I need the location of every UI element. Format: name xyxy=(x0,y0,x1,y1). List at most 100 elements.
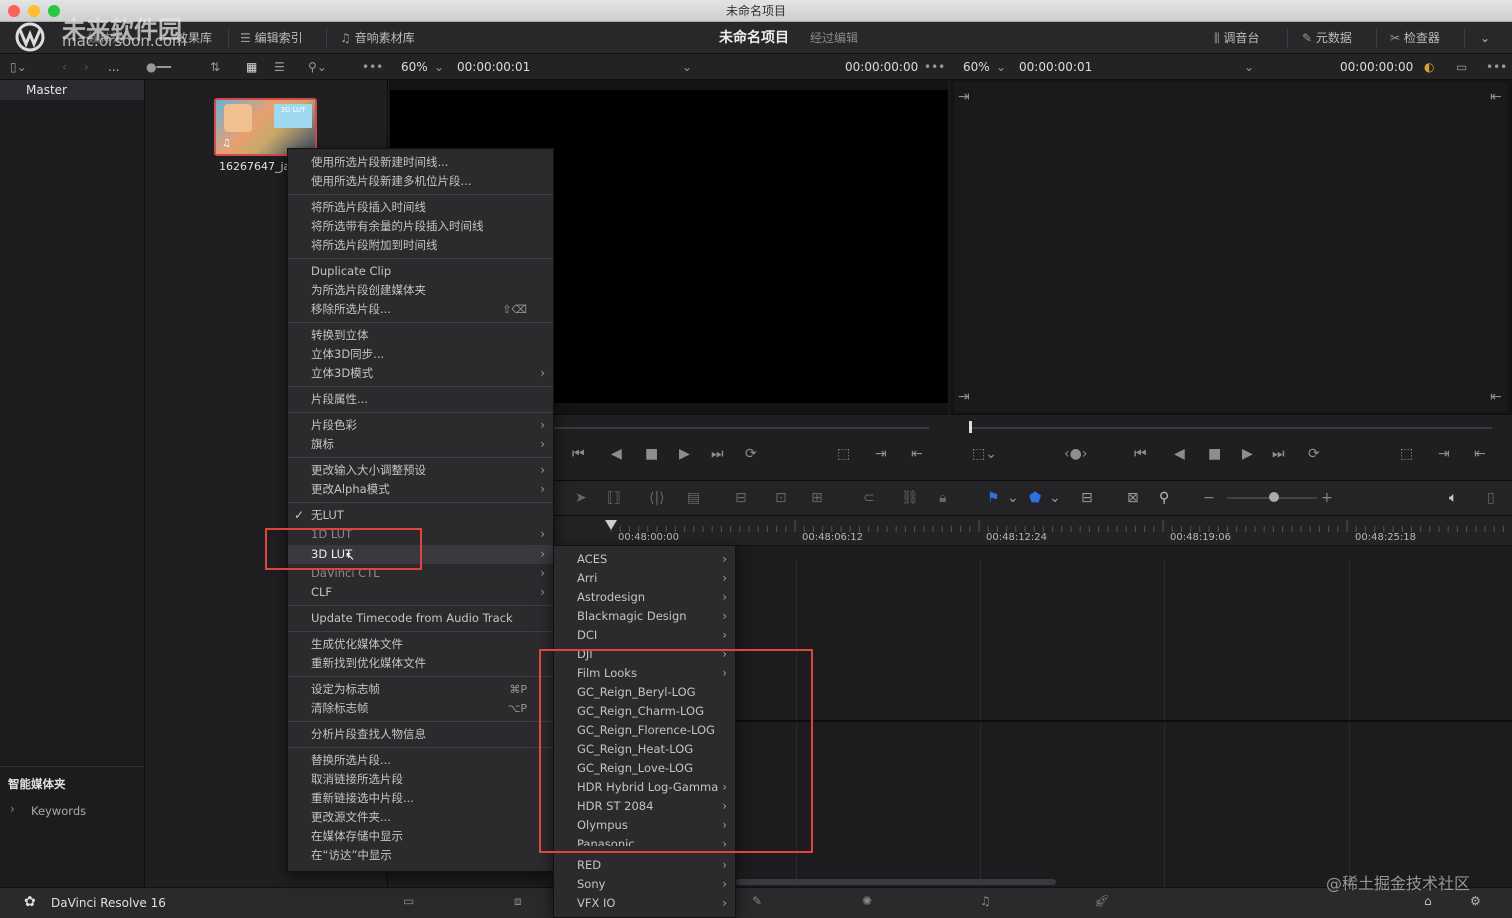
menu-item[interactable]: 将所选带有余量的片段插入时间线 xyxy=(288,217,553,236)
menu-item[interactable]: 片段色彩 › xyxy=(288,416,553,435)
timeline-zoom-dropdown-icon[interactable]: ⌄ xyxy=(996,54,1006,80)
mark-out-icon[interactable]: ⇤ xyxy=(911,445,923,463)
menu-item[interactable]: 设定为标志帧 ⌘P xyxy=(288,680,553,699)
play-icon[interactable]: ▶ xyxy=(679,445,690,463)
submenu-item[interactable]: VFX IO › xyxy=(554,894,735,913)
inspector-tab[interactable]: ✂ 检查器 xyxy=(1390,22,1440,54)
grid-view-icon[interactable]: ▦ xyxy=(246,54,257,80)
master-bin[interactable]: Master xyxy=(0,80,144,100)
match-frame-icon[interactable]: ⬚ xyxy=(1400,445,1413,463)
zoom-window-button[interactable] xyxy=(48,5,60,17)
fairlight-page-icon[interactable]: ♫ xyxy=(980,894,991,908)
flag-dropdown-icon[interactable]: ⌄ xyxy=(1007,489,1019,507)
menu-item[interactable]: 立体3D同步... xyxy=(288,345,553,364)
list-view-icon[interactable]: ☰ xyxy=(274,54,285,80)
sound-library-tab[interactable]: ♫ 音响素材库 xyxy=(340,22,415,54)
replace-clip-icon[interactable]: ⊞ xyxy=(811,489,823,507)
mark-out-icon[interactable]: ⇤ xyxy=(1474,445,1486,463)
stop-icon[interactable]: ■ xyxy=(1208,445,1221,463)
menu-item[interactable]: 使用所选片段新建多机位片段... xyxy=(288,172,553,191)
collapse-icon[interactable]: ⌄ xyxy=(1480,22,1490,54)
menu-item-no-lut[interactable]: ✓ 无LUT xyxy=(288,506,553,525)
zoom-custom-icon[interactable]: ⚲ xyxy=(1159,489,1169,507)
menu-item[interactable]: 更改Alpha模式 › xyxy=(288,480,553,499)
menu-item[interactable]: 将所选片段插入时间线 xyxy=(288,198,553,217)
play-icon[interactable]: ▶ xyxy=(1242,445,1253,463)
play-reverse-icon[interactable]: ◀ xyxy=(611,445,622,463)
snapping-icon[interactable]: ⊂ xyxy=(863,489,875,507)
menu-item[interactable]: 移除所选片段... ⇧⌫ xyxy=(288,300,553,319)
menu-item[interactable]: 旗标 › xyxy=(288,435,553,454)
match-frame-icon[interactable]: ⬚ xyxy=(837,445,850,463)
menu-item[interactable]: 生成优化媒体文件 xyxy=(288,635,553,654)
source-clip-dropdown-icon[interactable]: ⌄ xyxy=(682,54,692,80)
submenu-item[interactable]: Astrodesign › xyxy=(554,588,735,607)
source-scrubber[interactable] xyxy=(549,427,929,429)
chevron-right-icon[interactable]: › xyxy=(10,802,15,816)
submenu-item[interactable]: Blackmagic Design › xyxy=(554,607,735,626)
jump-start-icon[interactable]: ⏮ xyxy=(572,445,585,463)
jump-start-icon[interactable]: ⏮ xyxy=(1134,445,1147,463)
menu-item[interactable]: 分析片段查找人物信息 xyxy=(288,725,553,744)
play-reverse-icon[interactable]: ◀ xyxy=(1174,445,1185,463)
menu-item[interactable]: 使用所选片段新建时间线... xyxy=(288,153,553,172)
search-icon[interactable]: ⚲⌄ xyxy=(308,54,327,80)
menu-item[interactable]: 片段属性... xyxy=(288,390,553,409)
menu-item[interactable]: 转换到立体 xyxy=(288,326,553,345)
timeline-zoom[interactable]: 60% xyxy=(963,54,990,80)
more-options-icon[interactable]: ••• xyxy=(362,54,383,80)
timeline-scrollbar[interactable] xyxy=(736,879,1056,885)
playhead-marker[interactable] xyxy=(969,421,972,433)
dynamic-trim-icon[interactable]: ⟨|⟩ xyxy=(649,489,665,507)
jump-end-icon[interactable]: ⏭ xyxy=(1272,445,1285,463)
submenu-item[interactable]: ACES › xyxy=(554,550,735,569)
timeline-viewer[interactable] xyxy=(954,82,1508,412)
menu-item[interactable]: Duplicate Clip xyxy=(288,262,553,281)
loop-icon[interactable]: ⟳ xyxy=(745,445,757,463)
menu-item[interactable]: 更改源文件夹... xyxy=(288,808,553,827)
jump-end-icon[interactable]: ⏭ xyxy=(711,445,724,463)
close-window-button[interactable] xyxy=(8,5,20,17)
menu-item[interactable]: 替换所选片段... xyxy=(288,751,553,770)
nav-back-icon[interactable]: ‹ xyxy=(62,54,67,80)
edit-page-icon[interactable]: ✎ xyxy=(752,894,762,908)
menu-item[interactable]: CLF › xyxy=(288,583,553,602)
menu-item[interactable]: 在媒体存储中显示 xyxy=(288,827,553,846)
source-zoom[interactable]: 60% xyxy=(401,54,428,80)
menu-item[interactable]: 立体3D模式 › xyxy=(288,364,553,383)
menu-item[interactable]: Update Timecode from Audio Track xyxy=(288,609,553,628)
lock-icon[interactable]: 🔒︎ xyxy=(939,489,946,507)
timeline-dropdown-icon[interactable]: ⌄ xyxy=(1244,54,1254,80)
overwrite-clip-icon[interactable]: ⊡ xyxy=(775,489,787,507)
link-icon[interactable]: ⛓ xyxy=(901,489,919,507)
cut-page-icon[interactable]: ⧈ xyxy=(514,894,522,909)
prev-next-clip-icon[interactable]: ‹●› xyxy=(1064,445,1087,463)
effects-tab[interactable]: 效果库 xyxy=(176,22,212,54)
minimize-window-button[interactable] xyxy=(28,5,40,17)
home-icon[interactable]: ⌂ xyxy=(1424,894,1432,908)
select-tool-icon[interactable]: ➤ xyxy=(575,489,587,507)
path-ellipsis[interactable]: ... xyxy=(108,54,119,80)
marker-dropdown-icon[interactable]: ⌄ xyxy=(1049,489,1061,507)
menu-item[interactable]: 重新链接选中片段... xyxy=(288,789,553,808)
zoom-out-icon[interactable]: − xyxy=(1203,489,1215,507)
submenu-item[interactable]: RED › xyxy=(554,856,735,875)
trim-tool-icon[interactable]: ⟦⟧ xyxy=(607,489,621,507)
submenu-item[interactable]: Sony › xyxy=(554,875,735,894)
marker-icon[interactable]: ⬟ xyxy=(1029,489,1041,507)
menu-item[interactable]: 更改输入大小调整预设 › xyxy=(288,461,553,480)
timeline-scrubber[interactable] xyxy=(970,427,1492,429)
source-zoom-dropdown-icon[interactable]: ⌄ xyxy=(434,54,444,80)
edit-index-tab[interactable]: ☰ 编辑索引 xyxy=(240,22,303,54)
stop-icon[interactable]: ■ xyxy=(645,445,658,463)
media-page-icon[interactable]: ▭ xyxy=(403,894,414,908)
menu-item[interactable]: 清除标志帧 ⌥P xyxy=(288,699,553,718)
zoom-in-icon[interactable]: + xyxy=(1321,489,1333,507)
viewer-more-icon[interactable]: ••• xyxy=(1486,54,1507,80)
menu-item[interactable]: 重新找到优化媒体文件 xyxy=(288,654,553,673)
metadata-tab[interactable]: ✎ 元数据 xyxy=(1302,22,1352,54)
timeline-ruler[interactable]: 00:48:00:00 00:48:06:12 00:48:12:24 00:4… xyxy=(389,516,1512,546)
zoom-full-icon[interactable]: ⊟ xyxy=(1081,489,1093,507)
flag-icon[interactable]: ⚑ xyxy=(987,489,1000,507)
source-more-icon[interactable]: ••• xyxy=(924,54,945,80)
